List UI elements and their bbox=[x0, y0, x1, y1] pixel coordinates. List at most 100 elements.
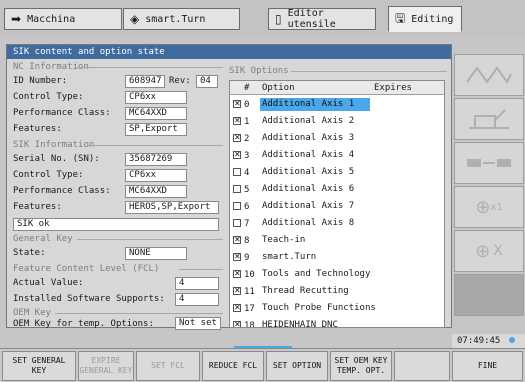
option-row[interactable]: ✕ 2 Additional Axis 3 bbox=[230, 130, 444, 147]
option-number: 11 bbox=[244, 287, 255, 297]
spindle-x-button[interactable]: ⊕ X bbox=[454, 230, 524, 272]
option-checkbox[interactable]: ✕ bbox=[233, 253, 241, 261]
top-tab-bar: ➡ Macchina ◈ smart.Turn ▯ Editor utensil… bbox=[0, 0, 525, 36]
option-row[interactable]: ✕ 10 Tools and Technology bbox=[230, 266, 444, 283]
spindle-icon: ⊕ bbox=[475, 240, 491, 262]
machine-tool-icon bbox=[469, 109, 509, 129]
tab-tool-editor[interactable]: ▯ Editor utensile bbox=[268, 8, 376, 30]
option-row[interactable]: ✕ 18 HEIDENHAIN DNC bbox=[230, 317, 444, 328]
clock-time: 07:49:45 bbox=[457, 336, 501, 346]
option-row[interactable]: ✕ 1 Additional Axis 2 bbox=[230, 113, 444, 130]
control-type-field: CP6xx bbox=[125, 91, 187, 104]
fine-button[interactable]: FINE bbox=[452, 351, 523, 381]
document-icon: ▯ bbox=[275, 12, 282, 26]
option-name: Additional Axis 7 bbox=[262, 201, 355, 211]
options-header: # Option Expires bbox=[230, 81, 444, 95]
installed-software-field: 4 bbox=[175, 293, 219, 306]
option-row[interactable]: ✕ 0 Additional Axis 1 bbox=[230, 96, 444, 113]
option-checkbox[interactable]: ✕ bbox=[233, 287, 241, 295]
option-row[interactable]: 5 Additional Axis 6 bbox=[230, 181, 444, 198]
option-checkbox[interactable]: ✕ bbox=[233, 100, 241, 108]
rev-field: 04 bbox=[196, 75, 218, 88]
set-oem-key-button[interactable]: SET OEM KEY TEMP. OPT. bbox=[330, 351, 392, 381]
sik-status-field: SIK ok bbox=[13, 218, 219, 231]
option-number: 7 bbox=[244, 219, 250, 229]
spindle-x1-button[interactable]: ⊕ x1 bbox=[454, 186, 524, 228]
option-number: 9 bbox=[244, 253, 250, 263]
reduce-fcl-button[interactable]: REDUCE FCL bbox=[202, 351, 264, 381]
option-row[interactable]: ✕ 17 Touch Probe Functions bbox=[230, 300, 444, 317]
group-divider bbox=[77, 67, 223, 68]
option-row[interactable]: ✕ 8 Teach-in bbox=[230, 232, 444, 249]
empty-softkey[interactable] bbox=[394, 351, 450, 381]
serial-label: Serial No. (SN): bbox=[13, 154, 100, 164]
performance-class-label: Performance Class: bbox=[13, 108, 111, 118]
option-row[interactable]: ✕ 3 Additional Axis 4 bbox=[230, 147, 444, 164]
option-row[interactable]: ✕ 9 smart.Turn bbox=[230, 249, 444, 266]
option-checkbox[interactable]: ✕ bbox=[233, 304, 241, 312]
option-checkbox[interactable]: ✕ bbox=[233, 270, 241, 278]
options-list[interactable]: # Option Expires ✕ 0 Additional Axis 1 ✕ 1 Ad… bbox=[229, 80, 445, 328]
wave-function-button[interactable] bbox=[454, 54, 524, 96]
fcl-title: Feature Content Level (FCL) bbox=[13, 264, 160, 274]
option-name: Additional Axis 2 bbox=[262, 116, 355, 126]
features-label: Features: bbox=[13, 202, 62, 212]
features-label: Features: bbox=[13, 124, 62, 134]
softkey-bar: SET GENERAL KEY EXPIRE GENERAL KEY SET F… bbox=[0, 348, 525, 382]
set-fcl-button[interactable]: SET FCL bbox=[136, 351, 200, 381]
features-field: SP,Export bbox=[125, 123, 187, 136]
option-checkbox[interactable]: ✕ bbox=[233, 321, 241, 327]
set-option-button[interactable]: SET OPTION bbox=[266, 351, 328, 381]
general-key-title: General Key bbox=[13, 234, 73, 244]
option-number: 5 bbox=[244, 185, 250, 195]
option-checkbox[interactable]: ✕ bbox=[233, 236, 241, 244]
option-row[interactable]: 4 Additional Axis 5 bbox=[230, 164, 444, 181]
option-name: Additional Axis 3 bbox=[262, 133, 355, 143]
control-type-label: Control Type: bbox=[13, 92, 84, 102]
option-checkbox[interactable] bbox=[233, 219, 241, 227]
group-divider bbox=[77, 239, 223, 240]
sik-dialog: SIK content and option state NC Informat… bbox=[6, 44, 452, 330]
option-checkbox[interactable]: ✕ bbox=[233, 134, 241, 142]
diamond-arrow-icon: ◈ bbox=[130, 12, 140, 26]
option-name: smart.Turn bbox=[262, 252, 317, 262]
save-icon: 🖫 bbox=[395, 10, 406, 25]
tab-smart-turn[interactable]: ◈ smart.Turn bbox=[123, 8, 240, 30]
rev-label: Rev: bbox=[169, 76, 191, 86]
x1-label: x1 bbox=[490, 201, 503, 213]
empty-side-button[interactable] bbox=[454, 274, 524, 316]
option-row[interactable]: 6 Additional Axis 7 bbox=[230, 198, 444, 215]
group-divider bbox=[87, 145, 223, 146]
tab-editing[interactable]: 🖫 Editing bbox=[388, 6, 462, 32]
option-number: 8 bbox=[244, 236, 250, 246]
option-number: 6 bbox=[244, 202, 250, 212]
group-divider bbox=[291, 71, 447, 72]
option-row[interactable]: ✕ 11 Thread Recutting bbox=[230, 283, 444, 300]
tab-label: Editing bbox=[411, 13, 454, 25]
option-name: HEIDENHAIN DNC bbox=[262, 320, 338, 328]
sik-options-title: SIK Options bbox=[229, 66, 289, 76]
option-checkbox[interactable] bbox=[233, 202, 241, 210]
option-name: Additional Axis 5 bbox=[262, 167, 355, 177]
expire-general-key-button[interactable]: EXPIRE GENERAL KEY bbox=[78, 351, 134, 381]
connection-button[interactable] bbox=[454, 142, 524, 184]
group-divider bbox=[179, 269, 223, 270]
col-number: # bbox=[244, 83, 250, 93]
group-divider bbox=[55, 313, 223, 314]
option-checkbox[interactable]: ✕ bbox=[233, 151, 241, 159]
tab-label: Macchina bbox=[27, 13, 76, 25]
option-checkbox[interactable] bbox=[233, 168, 241, 176]
option-checkbox[interactable]: ✕ bbox=[233, 117, 241, 125]
option-number: 17 bbox=[244, 304, 255, 314]
option-number: 10 bbox=[244, 270, 255, 280]
option-name: Touch Probe Functions bbox=[262, 303, 376, 313]
option-checkbox[interactable] bbox=[233, 185, 241, 193]
option-row[interactable]: 7 Additional Axis 8 bbox=[230, 215, 444, 232]
state-field: NONE bbox=[125, 247, 187, 260]
id-number-label: ID Number: bbox=[13, 76, 68, 86]
tab-machine[interactable]: ➡ Macchina bbox=[4, 8, 122, 30]
machine-tool-button[interactable] bbox=[454, 98, 524, 140]
option-number: 3 bbox=[244, 151, 250, 161]
clock-display: 07:49:45 bbox=[452, 334, 525, 348]
set-general-key-button[interactable]: SET GENERAL KEY bbox=[2, 351, 76, 381]
